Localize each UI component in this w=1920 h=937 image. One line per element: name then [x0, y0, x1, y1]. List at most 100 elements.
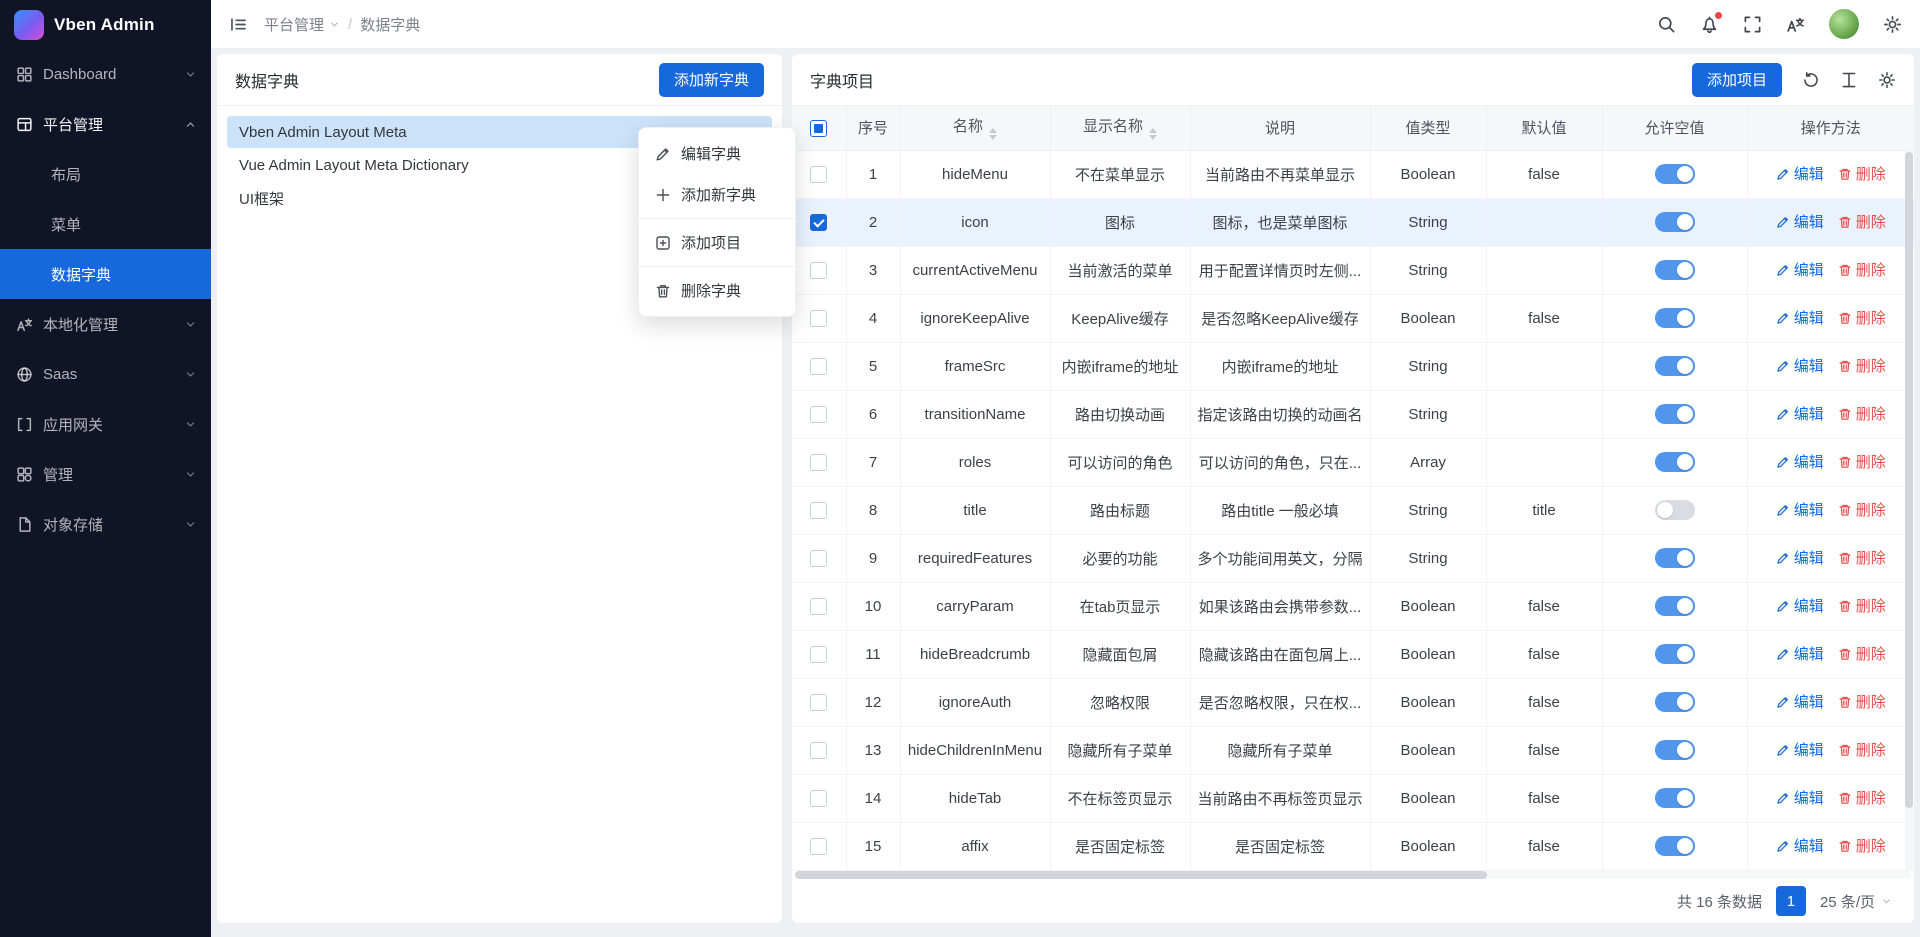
allow-null-toggle[interactable] [1655, 596, 1695, 616]
allow-null-toggle[interactable] [1655, 692, 1695, 712]
allow-null-toggle[interactable] [1655, 644, 1695, 664]
delete-button[interactable]: 删除 [1838, 307, 1886, 328]
delete-button[interactable]: 删除 [1838, 787, 1886, 808]
search-icon[interactable] [1657, 15, 1676, 34]
edit-button[interactable]: 编辑 [1776, 691, 1824, 712]
breadcrumb-item[interactable]: 平台管理 [264, 14, 340, 35]
row-checkbox[interactable] [810, 502, 827, 519]
refresh-icon[interactable] [1802, 71, 1820, 89]
edit-button[interactable]: 编辑 [1776, 739, 1824, 760]
sort-icon[interactable] [989, 128, 997, 140]
row-checkbox[interactable] [810, 646, 827, 663]
allow-null-toggle[interactable] [1655, 788, 1695, 808]
user-avatar[interactable] [1829, 9, 1859, 39]
breadcrumb-item-current[interactable]: 数据字典 [360, 14, 420, 35]
row-checkbox[interactable] [810, 598, 827, 615]
row-checkbox[interactable] [810, 214, 827, 231]
row-checkbox[interactable] [810, 358, 827, 375]
edit-button[interactable]: 编辑 [1776, 499, 1824, 520]
menu-toggle-icon[interactable] [229, 15, 248, 34]
column-header[interactable]: 名称 [900, 106, 1050, 150]
allow-null-toggle[interactable] [1655, 212, 1695, 232]
row-checkbox[interactable] [810, 550, 827, 567]
edit-button[interactable]: 编辑 [1776, 547, 1824, 568]
delete-button[interactable]: 删除 [1838, 547, 1886, 568]
row-checkbox[interactable] [810, 694, 827, 711]
select-all-checkbox[interactable] [810, 120, 827, 137]
delete-button[interactable]: 删除 [1838, 595, 1886, 616]
allow-null-toggle[interactable] [1655, 836, 1695, 856]
row-checkbox[interactable] [810, 166, 827, 183]
context-menu-item[interactable]: 删除字典 [639, 270, 795, 311]
edit-button[interactable]: 编辑 [1776, 451, 1824, 472]
allow-null-toggle[interactable] [1655, 740, 1695, 760]
allow-null-toggle[interactable] [1655, 452, 1695, 472]
settings-gear-icon[interactable] [1883, 15, 1902, 34]
sidebar-item[interactable]: Dashboard [0, 49, 211, 99]
context-menu-item[interactable]: 编辑字典 [639, 133, 795, 174]
fullscreen-icon[interactable] [1743, 15, 1762, 34]
edit-button[interactable]: 编辑 [1776, 595, 1824, 616]
delete-button[interactable]: 删除 [1838, 163, 1886, 184]
add-dictionary-button[interactable]: 添加新字典 [659, 63, 764, 97]
sidebar-item[interactable]: 本地化管理 [0, 299, 211, 349]
allow-null-toggle[interactable] [1655, 164, 1695, 184]
delete-button[interactable]: 删除 [1838, 451, 1886, 472]
edit-button[interactable]: 编辑 [1776, 211, 1824, 232]
edit-button[interactable]: 编辑 [1776, 835, 1824, 856]
sidebar-subitem[interactable]: 菜单 [0, 199, 211, 249]
edit-button[interactable]: 编辑 [1776, 643, 1824, 664]
sidebar-subitem[interactable]: 布局 [0, 149, 211, 199]
allow-null-toggle[interactable] [1655, 548, 1695, 568]
row-checkbox[interactable] [810, 310, 827, 327]
allow-null-toggle[interactable] [1655, 404, 1695, 424]
page-size-select[interactable]: 25 条/页 [1820, 891, 1892, 912]
page-number-button[interactable]: 1 [1776, 886, 1806, 916]
delete-button[interactable]: 删除 [1838, 835, 1886, 856]
sidebar-item[interactable]: 管理 [0, 449, 211, 499]
allow-null-toggle[interactable] [1655, 260, 1695, 280]
column-header[interactable]: 显示名称 [1050, 106, 1190, 150]
add-item-button[interactable]: 添加项目 [1692, 63, 1782, 97]
allow-null-toggle[interactable] [1655, 308, 1695, 328]
horizontal-scrollbar-thumb[interactable] [795, 871, 1487, 879]
sort-icon[interactable] [1149, 128, 1157, 140]
edit-button[interactable]: 编辑 [1776, 163, 1824, 184]
delete-button[interactable]: 删除 [1838, 403, 1886, 424]
delete-button[interactable]: 删除 [1838, 499, 1886, 520]
column-height-icon[interactable] [1840, 71, 1858, 89]
delete-button[interactable]: 删除 [1838, 643, 1886, 664]
delete-button[interactable]: 删除 [1838, 355, 1886, 376]
delete-button[interactable]: 删除 [1838, 739, 1886, 760]
notification-bell-icon[interactable] [1700, 15, 1719, 34]
context-menu-item[interactable]: 添加项目 [639, 222, 795, 263]
row-checkbox[interactable] [810, 790, 827, 807]
vertical-scrollbar-thumb[interactable] [1905, 152, 1913, 808]
row-checkbox[interactable] [810, 838, 827, 855]
table-row: 5frameSrc内嵌iframe的地址内嵌iframe的地址String编辑删… [792, 342, 1914, 390]
row-checkbox[interactable] [810, 406, 827, 423]
delete-button[interactable]: 删除 [1838, 259, 1886, 280]
allow-null-toggle[interactable] [1655, 500, 1695, 520]
row-checkbox[interactable] [810, 262, 827, 279]
allow-null-toggle[interactable] [1655, 356, 1695, 376]
sidebar-item[interactable]: 平台管理 [0, 99, 211, 149]
sidebar-item[interactable]: 应用网关 [0, 399, 211, 449]
delete-button[interactable]: 删除 [1838, 211, 1886, 232]
sidebar-item[interactable]: Saas [0, 349, 211, 399]
edit-button[interactable]: 编辑 [1776, 403, 1824, 424]
row-checkbox[interactable] [810, 742, 827, 759]
edit-button[interactable]: 编辑 [1776, 787, 1824, 808]
sidebar-item[interactable]: 对象存储 [0, 499, 211, 549]
table-row: 6transitionName路由切换动画指定该路由切换的动画名String编辑… [792, 390, 1914, 438]
translate-icon[interactable] [1786, 15, 1805, 34]
context-menu-item[interactable]: 添加新字典 [639, 174, 795, 215]
table-settings-gear-icon[interactable] [1878, 71, 1896, 89]
logo[interactable]: Vben Admin [0, 0, 211, 49]
edit-button[interactable]: 编辑 [1776, 355, 1824, 376]
delete-button[interactable]: 删除 [1838, 691, 1886, 712]
edit-button[interactable]: 编辑 [1776, 307, 1824, 328]
edit-button[interactable]: 编辑 [1776, 259, 1824, 280]
row-checkbox[interactable] [810, 454, 827, 471]
sidebar-subitem[interactable]: 数据字典 [0, 249, 211, 299]
